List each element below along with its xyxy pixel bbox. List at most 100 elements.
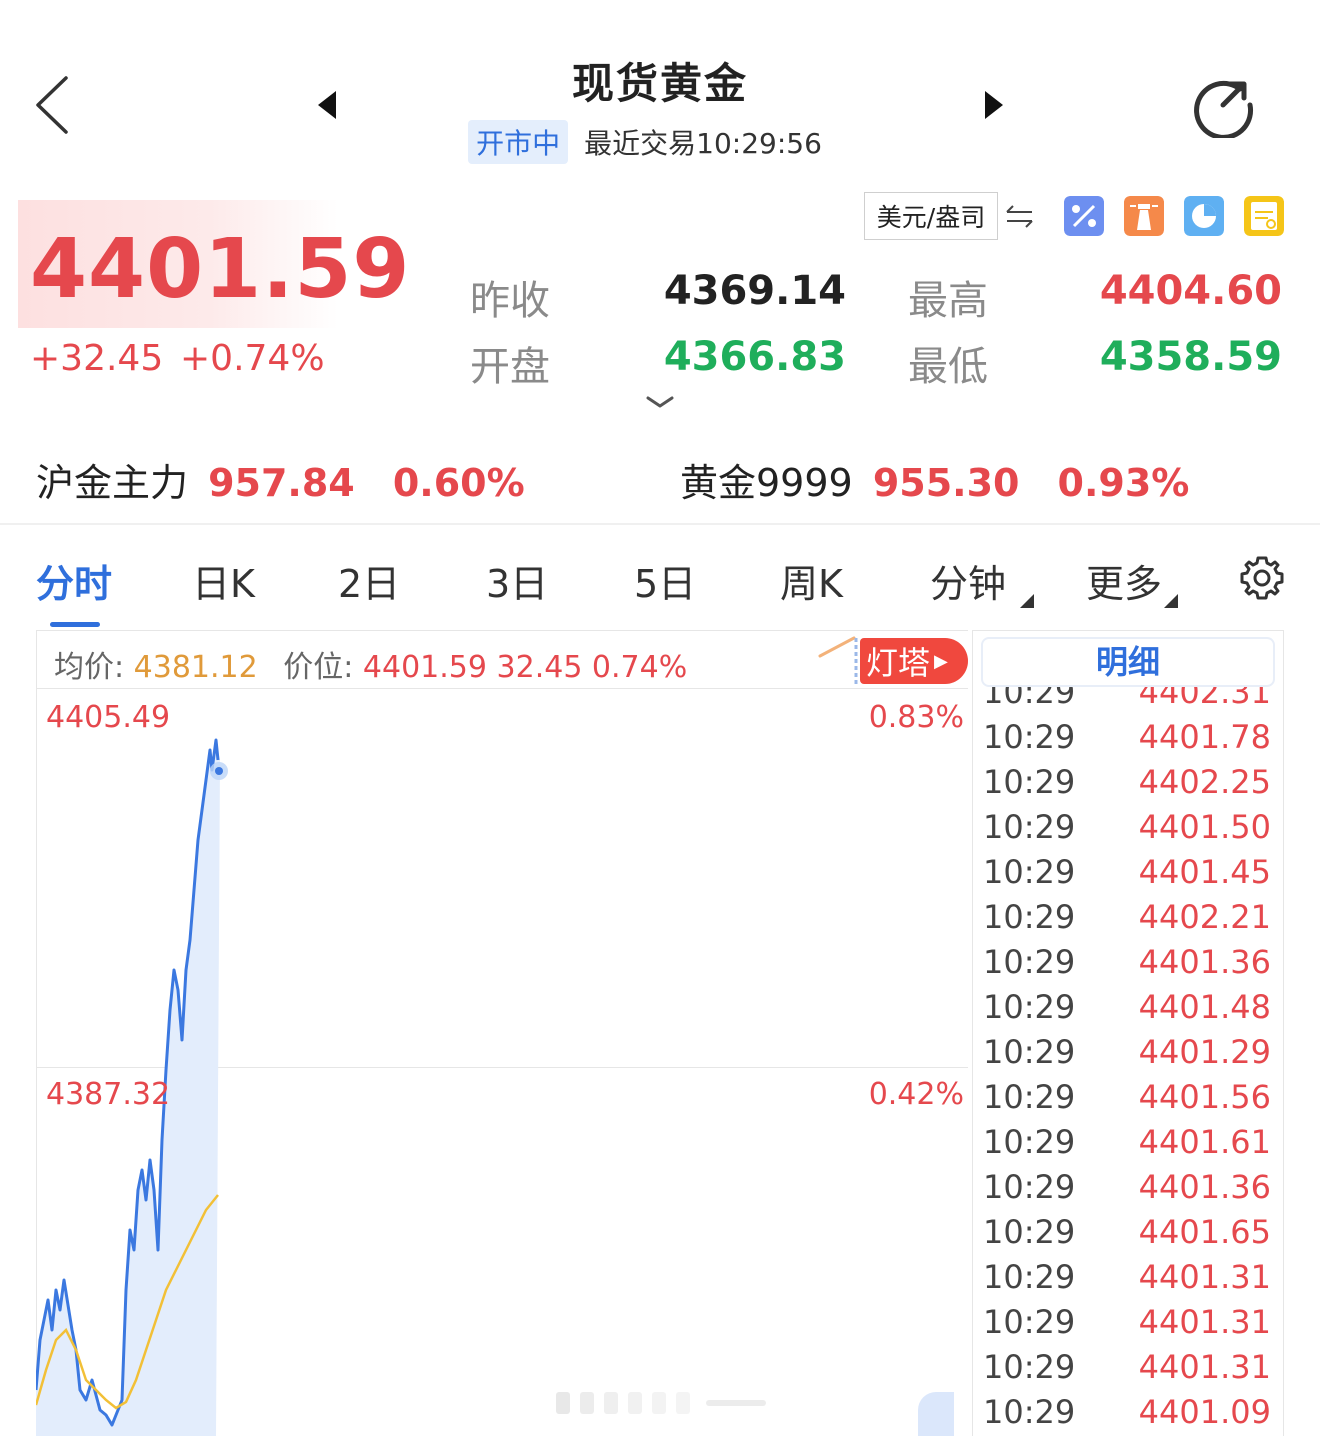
lighthouse-label: 灯塔 (866, 644, 931, 682)
tick-price: 4401.56 (1138, 1077, 1271, 1116)
open-label: 开盘 (470, 344, 550, 390)
tick-time: 10:29 (983, 1077, 1076, 1116)
list-item: 10:29 4401.09 (973, 1389, 1283, 1434)
tick-price: 4401.61 (1138, 1122, 1271, 1161)
page-title: 现货黄金 (571, 59, 748, 108)
tab-5-day[interactable]: 5日 (634, 553, 696, 608)
tick-price: 4402.25 (1138, 762, 1271, 801)
list-item: 10:29 4401.36 (973, 1164, 1283, 1209)
prev-close-value: 4369.14 (663, 268, 846, 314)
pie-chart-tool-icon[interactable] (1184, 196, 1224, 236)
unit-selector[interactable]: 美元/盎司 (864, 192, 998, 240)
tab-3-day[interactable]: 3日 (486, 553, 548, 608)
related-name: 黄金9999 (680, 461, 853, 505)
tick-time: 10:29 (983, 1392, 1076, 1431)
chart-legend: 均价: 4381.12 价位: 4401.59 32.45 0.74% (54, 642, 687, 686)
dropdown-caret-icon (1020, 594, 1034, 608)
pct-axis-top-label: 0.83% (868, 700, 964, 735)
related-name: 沪金主力 (36, 461, 189, 505)
tower-decoration-icon (818, 636, 858, 684)
list-item: 10:29 4401.65 (973, 1209, 1283, 1254)
tick-time: 10:29 (983, 717, 1076, 756)
price-change-pct: +0.74% (180, 338, 325, 379)
tick-time: 10:29 (983, 1122, 1076, 1161)
play-icon: ▶ (934, 650, 948, 672)
list-item: 10:29 4401.29 (973, 1029, 1283, 1074)
tick-time: 10:29 (983, 1347, 1076, 1386)
low-value: 4358.59 (1099, 334, 1282, 380)
related-quote[interactable]: 黄金9999 955.30 0.93% (680, 452, 1189, 507)
tick-time: 10:29 (983, 1167, 1076, 1206)
tick-price: 4401.50 (1138, 807, 1271, 846)
gear-icon[interactable] (1236, 552, 1288, 604)
tab-daily-k[interactable]: 日K (192, 553, 255, 608)
related-pct: 0.60% (392, 461, 525, 505)
tick-price: 4401.36 (1138, 942, 1271, 981)
related-price: 955.30 (872, 461, 1020, 505)
tick-price: 4401.09 (1138, 1392, 1271, 1431)
tab-minute[interactable]: 分钟 (930, 553, 1006, 608)
tick-time: 10:29 (983, 1257, 1076, 1296)
expand-chevron-icon[interactable] (642, 392, 678, 412)
legend-divider (36, 688, 968, 689)
tab-weekly-k[interactable]: 周K (780, 553, 843, 608)
tab-2-day[interactable]: 2日 (338, 553, 400, 608)
list-item: 10:29 4401.31 (973, 1254, 1283, 1299)
market-status-row: 开市中 最近交易10:29:56 (0, 120, 1320, 164)
high-value: 4404.60 (1099, 268, 1282, 314)
lighthouse-button[interactable]: 灯塔 ▶ (860, 638, 968, 684)
tick-time: 10:29 (983, 1302, 1076, 1341)
list-item: 10:29 4401.45 (973, 849, 1283, 894)
list-item: 10:29 4401.31 (973, 1344, 1283, 1389)
tab-intraday[interactable]: 分时 (36, 553, 112, 608)
y-axis-top-label: 4405.49 (46, 700, 171, 735)
tick-price: 4402.21 (1138, 897, 1271, 936)
avg-price-label: 均价: (54, 650, 125, 685)
tick-price: 4401.29 (1138, 1032, 1271, 1071)
tick-list[interactable]: 10:29 4402.31 10:29 4401.78 10:29 4402.25 1… (973, 669, 1283, 1434)
current-price: 4401.59 (30, 222, 411, 317)
list-item: 10:29 4401.78 (973, 714, 1283, 759)
tick-price: 4401.45 (1138, 852, 1271, 891)
list-item: 10:29 4401.56 (973, 1074, 1283, 1119)
price-position-label: 价位: (283, 650, 354, 685)
next-instrument-icon[interactable] (975, 85, 1011, 125)
detail-tab[interactable]: 明细 (981, 637, 1275, 687)
tab-more[interactable]: 更多 (1086, 553, 1162, 608)
tick-time: 10:29 (983, 807, 1076, 846)
section-divider (0, 523, 1320, 525)
high-label: 最高 (908, 278, 988, 324)
tick-price: 4401.48 (1138, 987, 1271, 1026)
list-item: 10:29 4401.36 (973, 939, 1283, 984)
dropdown-caret-icon (1164, 594, 1178, 608)
price-position-value: 4401.59 32.45 0.74% (362, 650, 688, 685)
market-status-badge: 开市中 (468, 120, 569, 164)
tick-time: 10:29 (983, 897, 1076, 936)
tick-time: 10:29 (983, 942, 1076, 981)
y-axis-mid-label: 4387.32 (46, 1077, 171, 1112)
related-pct: 0.93% (1057, 461, 1190, 505)
tick-time: 10:29 (983, 1032, 1076, 1071)
watermark-icon (556, 1392, 766, 1414)
tick-price: 4401.31 (1138, 1257, 1271, 1296)
list-item: 10:29 4402.25 (973, 759, 1283, 804)
list-item: 10:29 4401.50 (973, 804, 1283, 849)
vip-tool-icon[interactable] (1244, 196, 1284, 236)
related-price: 957.84 (208, 461, 355, 505)
tick-price: 4401.78 (1138, 717, 1271, 756)
open-value: 4366.83 (663, 334, 846, 380)
lighthouse-tool-icon[interactable] (1124, 196, 1164, 236)
tick-price: 4401.36 (1138, 1167, 1271, 1206)
list-item: 10:29 4401.61 (973, 1119, 1283, 1164)
tick-time: 10:29 (983, 1212, 1076, 1251)
percent-tool-icon[interactable] (1064, 196, 1104, 236)
tick-time: 10:29 (983, 762, 1076, 801)
list-item: 10:29 4401.31 (973, 1299, 1283, 1344)
list-item: 10:29 4402.21 (973, 894, 1283, 939)
trade-detail-panel[interactable]: 明细 10:29 4402.31 10:29 4401.78 10:29 4402.2… (972, 630, 1284, 1436)
swap-icon[interactable] (1004, 200, 1036, 232)
tick-price: 4401.31 (1138, 1302, 1271, 1341)
floating-handle[interactable] (918, 1392, 954, 1436)
related-quote[interactable]: 沪金主力 957.84 0.60% (36, 452, 525, 507)
price-line-svg (36, 738, 228, 1436)
